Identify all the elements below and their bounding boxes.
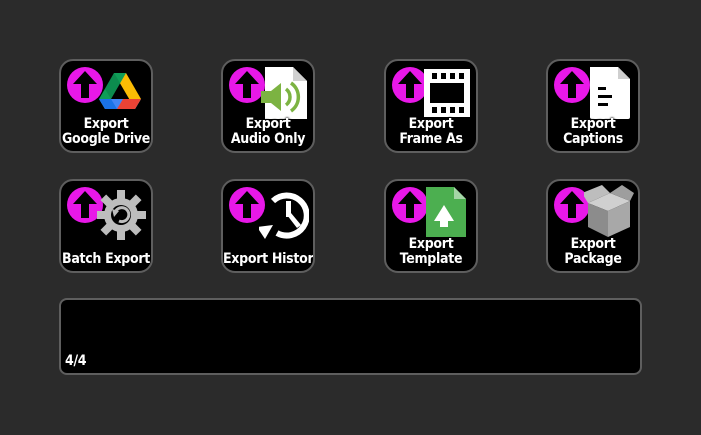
export-package-button[interactable]: Export Package (546, 179, 640, 273)
button-label: Export Audio Only (230, 116, 306, 147)
captions-document-icon (590, 67, 630, 119)
page-indicator: 4/4 (65, 353, 87, 369)
button-label: Export Template (399, 236, 463, 267)
template-file-icon (426, 187, 466, 237)
film-frame-icon (424, 69, 470, 117)
gear-refresh-icon (97, 190, 146, 240)
button-label: Export Frame As (399, 116, 463, 147)
button-label: Batch Export (62, 251, 150, 267)
google-drive-icon (99, 73, 141, 109)
export-audio-only-button[interactable]: Export Audio Only (221, 59, 315, 153)
export-template-button[interactable]: Export Template (384, 179, 478, 273)
stream-deck-page: Export Google Drive Export Audio Only Ex… (0, 0, 701, 435)
batch-export-button[interactable]: Batch Export (59, 179, 153, 273)
button-label: Export Package (564, 236, 622, 267)
export-google-drive-button[interactable]: Export Google Drive (59, 59, 153, 153)
info-panel: 4/4 (59, 298, 642, 375)
audio-file-icon (261, 67, 307, 119)
export-captions-button[interactable]: Export Captions (546, 59, 640, 153)
package-box-icon (584, 185, 634, 237)
button-label: Export Google Drive (61, 116, 151, 147)
export-frame-as-button[interactable]: Export Frame As (384, 59, 478, 153)
button-label: Export History (223, 251, 315, 267)
export-history-button[interactable]: Export History (221, 179, 315, 273)
button-label: Export Captions (563, 116, 623, 147)
history-clock-icon (259, 192, 309, 239)
